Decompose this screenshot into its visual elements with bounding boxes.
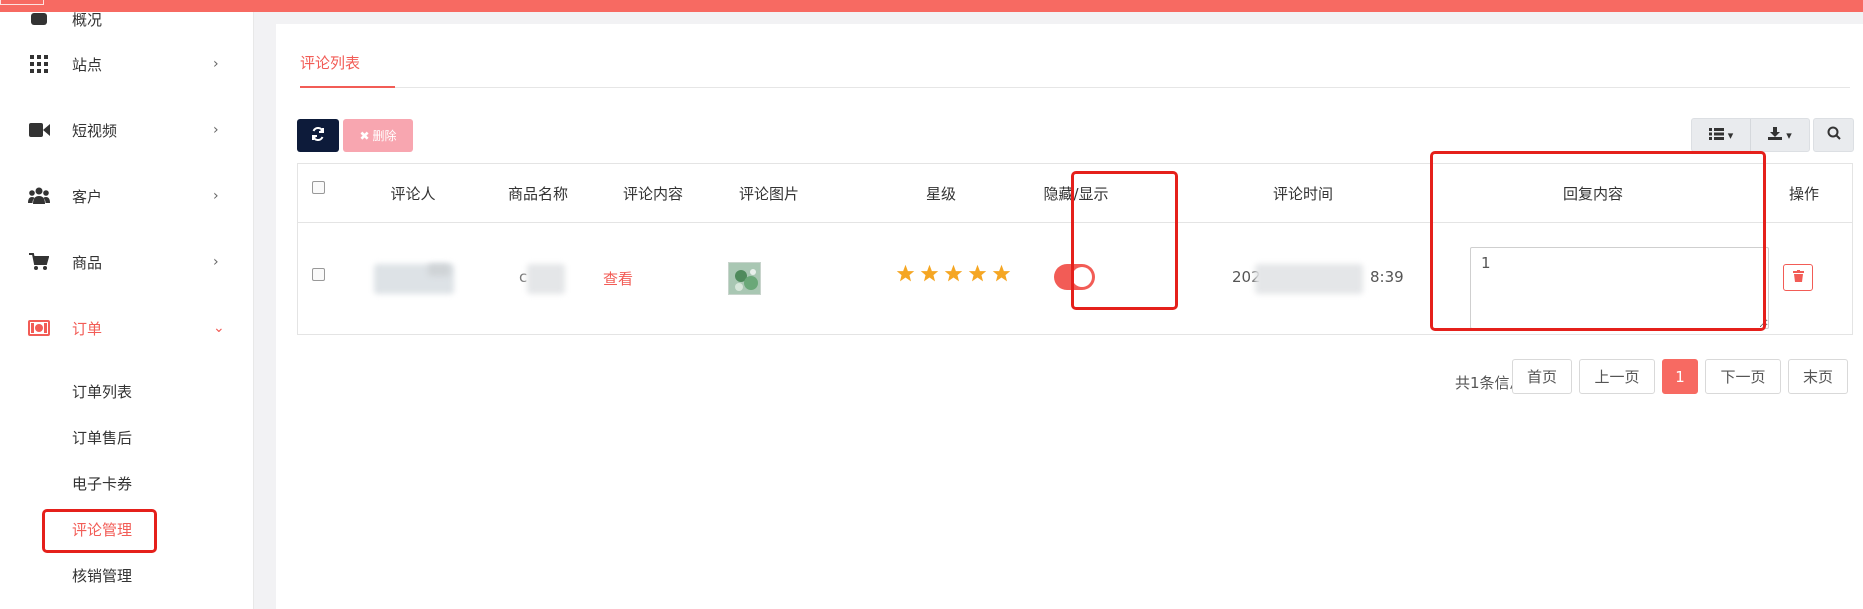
tab-divider [300,87,1850,88]
chevron-right-icon: › [213,56,219,72]
list-icon [1708,127,1724,143]
sidebar-item-label: 订单 [72,319,103,338]
star-icon [944,264,963,282]
column-header-rating: 星级 [925,185,957,203]
product-name-cell: c [519,268,528,286]
product-name-blurred [527,264,565,294]
sidebar-item-label: 商品 [72,253,103,272]
tab-review-list[interactable]: 评论列表 [300,52,360,73]
sidebar-item-label: 短视频 [72,121,118,140]
sidebar-item-short-video[interactable]: 短视频 › [0,105,254,155]
highlight-box-reply-column [1430,151,1766,331]
export-button[interactable]: ▾ [1750,119,1809,151]
select-all-checkbox[interactable] [312,181,325,194]
highlight-box-visibility-column [1071,171,1178,310]
sidebar-item-products[interactable]: 商品 › [0,237,254,287]
columns-toggle-button[interactable]: ▾ [1692,119,1750,151]
pagination-last-button[interactable]: 末页 [1788,359,1848,394]
caret-down-icon: ▾ [1727,128,1734,142]
chevron-right-icon: › [213,254,219,270]
delete-label: 删除 [372,129,397,143]
review-time-suffix: 8:39 [1370,268,1404,286]
pagination-current-page[interactable]: 1 [1662,359,1698,394]
tab-active-indicator [300,86,395,88]
pagination-first-button[interactable]: 首页 [1512,359,1572,394]
sidebar-subitem-e-coupons[interactable]: 电子卡券 [72,473,132,494]
reviewer-name-blurred [428,264,450,276]
top-navigation-bar [0,0,1863,12]
star-icon [896,264,915,282]
column-header-review-content: 评论内容 [622,185,684,203]
pagination-prev-button[interactable]: 上一页 [1579,359,1655,394]
column-header-product-name: 商品名称 [507,185,569,203]
refresh-button[interactable] [297,119,339,152]
shopping-cart-icon [27,250,51,274]
view-review-link[interactable]: 查看 [603,268,633,289]
sidebar-subitem-after-sales[interactable]: 订单售后 [72,427,132,448]
close-icon: ✖ [359,128,370,143]
sidebar-item-label: 概况 [72,10,103,29]
pagination-next-button[interactable]: 下一页 [1705,359,1781,394]
sidebar-subitem-verification[interactable]: 核销管理 [72,565,132,586]
sidebar-item-label: 客户 [72,187,103,206]
star-icon [992,264,1011,282]
users-icon [27,184,51,208]
video-camera-icon [27,118,51,142]
grid-icon [27,52,51,76]
star-icon [920,264,939,282]
sidebar-item-overview[interactable]: 概况 [0,0,254,44]
chevron-right-icon: › [213,188,219,204]
download-icon [1768,127,1783,143]
refresh-icon [311,126,325,145]
review-image-thumbnail[interactable] [728,262,761,295]
delete-button[interactable]: ✖ 删除 [343,119,413,152]
highlight-box-review-management [42,509,157,553]
sidebar-item-site[interactable]: 站点 › [0,39,254,89]
review-time-blurred [1255,264,1363,294]
chevron-right-icon: › [213,122,219,138]
star-rating [896,264,1011,283]
sidebar-item-customers[interactable]: 客户 › [0,171,254,221]
table-tools-group: ▾ ▾ [1691,118,1810,152]
sidebar-item-label: 站点 [72,55,103,74]
trash-icon [1792,269,1804,286]
sidebar-item-orders[interactable]: 订单 ⌄ [0,303,254,353]
column-header-review-image: 评论图片 [738,185,800,203]
caret-down-icon: ▾ [1786,128,1792,142]
chevron-down-icon: ⌄ [213,320,225,336]
column-header-review-time: 评论时间 [1272,185,1334,203]
star-icon [968,264,987,282]
column-header-reviewer: 评论人 [390,185,436,203]
delete-row-button[interactable] [1783,264,1813,291]
search-icon [1827,126,1841,144]
column-header-actions: 操作 [1788,185,1820,203]
money-icon [27,316,51,340]
row-checkbox[interactable] [312,268,325,281]
dashboard-icon [27,7,51,31]
sidebar-subitem-order-list[interactable]: 订单列表 [72,381,132,402]
search-button[interactable] [1813,118,1854,152]
